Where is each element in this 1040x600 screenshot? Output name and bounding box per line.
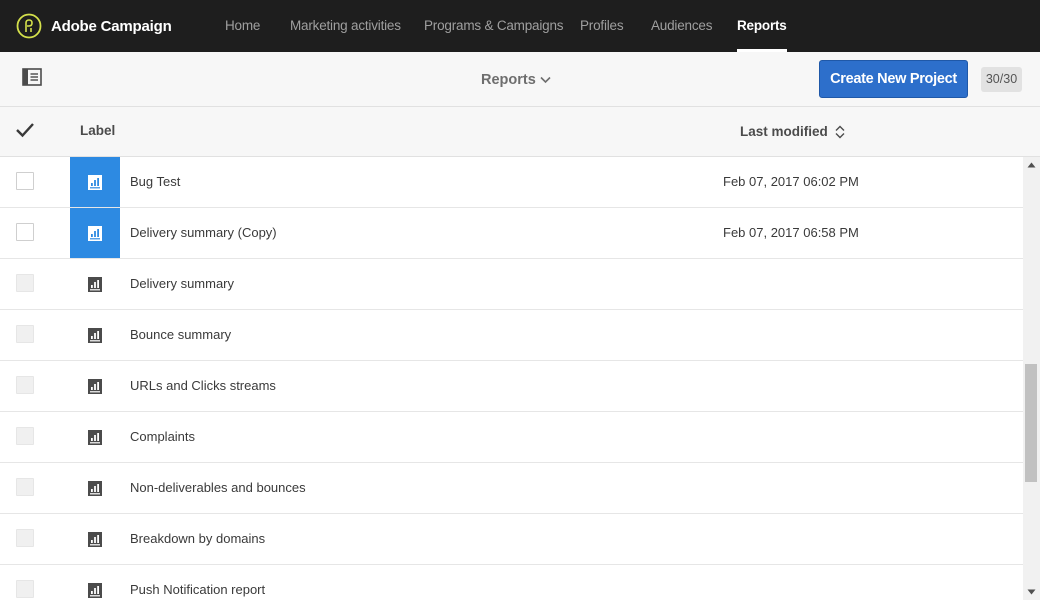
row-label[interactable]: Push Notification report — [130, 565, 265, 600]
report-icon-cell — [70, 412, 120, 462]
nav-home[interactable]: Home — [225, 0, 260, 52]
brand-name: Adobe Campaign — [51, 17, 172, 35]
row-checkbox — [16, 376, 34, 394]
sidebar-panel-icon[interactable] — [22, 68, 42, 86]
row-label[interactable]: URLs and Clicks streams — [130, 361, 276, 411]
table-row[interactable]: URLs and Clicks streams — [0, 361, 1023, 412]
row-label[interactable]: Delivery summary (Copy) — [130, 208, 277, 258]
nav-reports[interactable]: Reports — [737, 0, 787, 52]
checkmark-icon[interactable] — [15, 122, 35, 138]
item-count-badge: 30/30 — [981, 67, 1022, 92]
row-label[interactable]: Non-deliverables and bounces — [130, 463, 306, 513]
row-label[interactable]: Bounce summary — [130, 310, 231, 360]
report-icon-cell — [70, 157, 120, 207]
report-icon — [88, 276, 102, 292]
report-icon-cell — [70, 310, 120, 360]
report-icon-cell — [70, 259, 120, 309]
report-icon — [88, 531, 102, 547]
report-icon-cell — [70, 361, 120, 411]
nav-marketing-activities[interactable]: Marketing activities — [290, 0, 401, 52]
view-switcher[interactable]: Reports — [481, 52, 551, 107]
action-bar: Reports Create New Project — [0, 52, 1040, 107]
report-icon-cell — [70, 208, 120, 258]
table-row[interactable]: Delivery summary — [0, 259, 1023, 310]
report-icon — [88, 582, 102, 598]
nav-profiles[interactable]: Profiles — [580, 0, 624, 52]
column-header-label[interactable]: Label — [80, 107, 115, 156]
scroll-down-arrow-icon[interactable] — [1027, 589, 1036, 595]
report-icon — [88, 480, 102, 496]
row-label[interactable]: Delivery summary — [130, 259, 234, 309]
nav-reports-label: Reports — [737, 18, 787, 33]
row-checkbox — [16, 580, 34, 598]
table-row[interactable]: Push Notification report — [0, 565, 1023, 600]
table-row[interactable]: Complaints — [0, 412, 1023, 463]
table-row[interactable]: Breakdown by domains — [0, 514, 1023, 565]
table-row[interactable]: Delivery summary (Copy) Feb 07, 2017 06:5… — [0, 208, 1023, 259]
top-navigation-bar: Adobe Campaign Home Marketing activities… — [0, 0, 1040, 52]
row-checkbox — [16, 274, 34, 292]
nav-programs-campaigns[interactable]: Programs & Campaigns — [424, 0, 564, 52]
row-checkbox[interactable] — [16, 223, 34, 241]
table-header: Label Last modified — [0, 107, 1040, 157]
row-checkbox — [16, 427, 34, 445]
column-header-last-modified-text: Last modified — [740, 123, 828, 139]
chevron-down-icon — [540, 76, 551, 83]
report-icon — [88, 429, 102, 445]
create-new-project-button[interactable]: Create New Project — [819, 60, 968, 98]
vertical-scrollbar[interactable] — [1023, 157, 1040, 600]
table-row[interactable]: Bug Test Feb 07, 2017 06:02 PM — [0, 157, 1023, 208]
row-label[interactable]: Complaints — [130, 412, 195, 462]
report-icon-cell — [70, 514, 120, 564]
column-header-last-modified[interactable]: Last modified — [740, 107, 845, 156]
table-row[interactable]: Non-deliverables and bounces — [0, 463, 1023, 514]
adobe-campaign-logo-icon — [16, 13, 42, 39]
report-icon-cell — [70, 463, 120, 513]
scrollbar-thumb[interactable] — [1025, 363, 1037, 482]
row-last-modified: Feb 07, 2017 06:02 PM — [723, 174, 859, 189]
report-icon — [88, 174, 102, 190]
report-icon — [88, 327, 102, 343]
row-checkbox — [16, 478, 34, 496]
sort-icon — [835, 125, 845, 138]
table-row[interactable]: Bounce summary — [0, 310, 1023, 361]
row-checkbox[interactable] — [16, 172, 34, 190]
scroll-up-arrow-icon[interactable] — [1027, 162, 1036, 168]
report-icon-cell — [70, 565, 120, 600]
report-icon — [88, 378, 102, 394]
nav-audiences[interactable]: Audiences — [651, 0, 712, 52]
row-checkbox — [16, 325, 34, 343]
view-title: Reports — [481, 71, 536, 88]
row-checkbox — [16, 529, 34, 547]
row-last-modified: Feb 07, 2017 06:58 PM — [723, 225, 859, 240]
report-list: Bug Test Feb 07, 2017 06:02 PM Delivery su… — [0, 157, 1023, 600]
report-icon — [88, 225, 102, 241]
brand[interactable]: Adobe Campaign — [16, 13, 172, 39]
row-label[interactable]: Breakdown by domains — [130, 514, 265, 564]
row-label[interactable]: Bug Test — [130, 157, 180, 207]
